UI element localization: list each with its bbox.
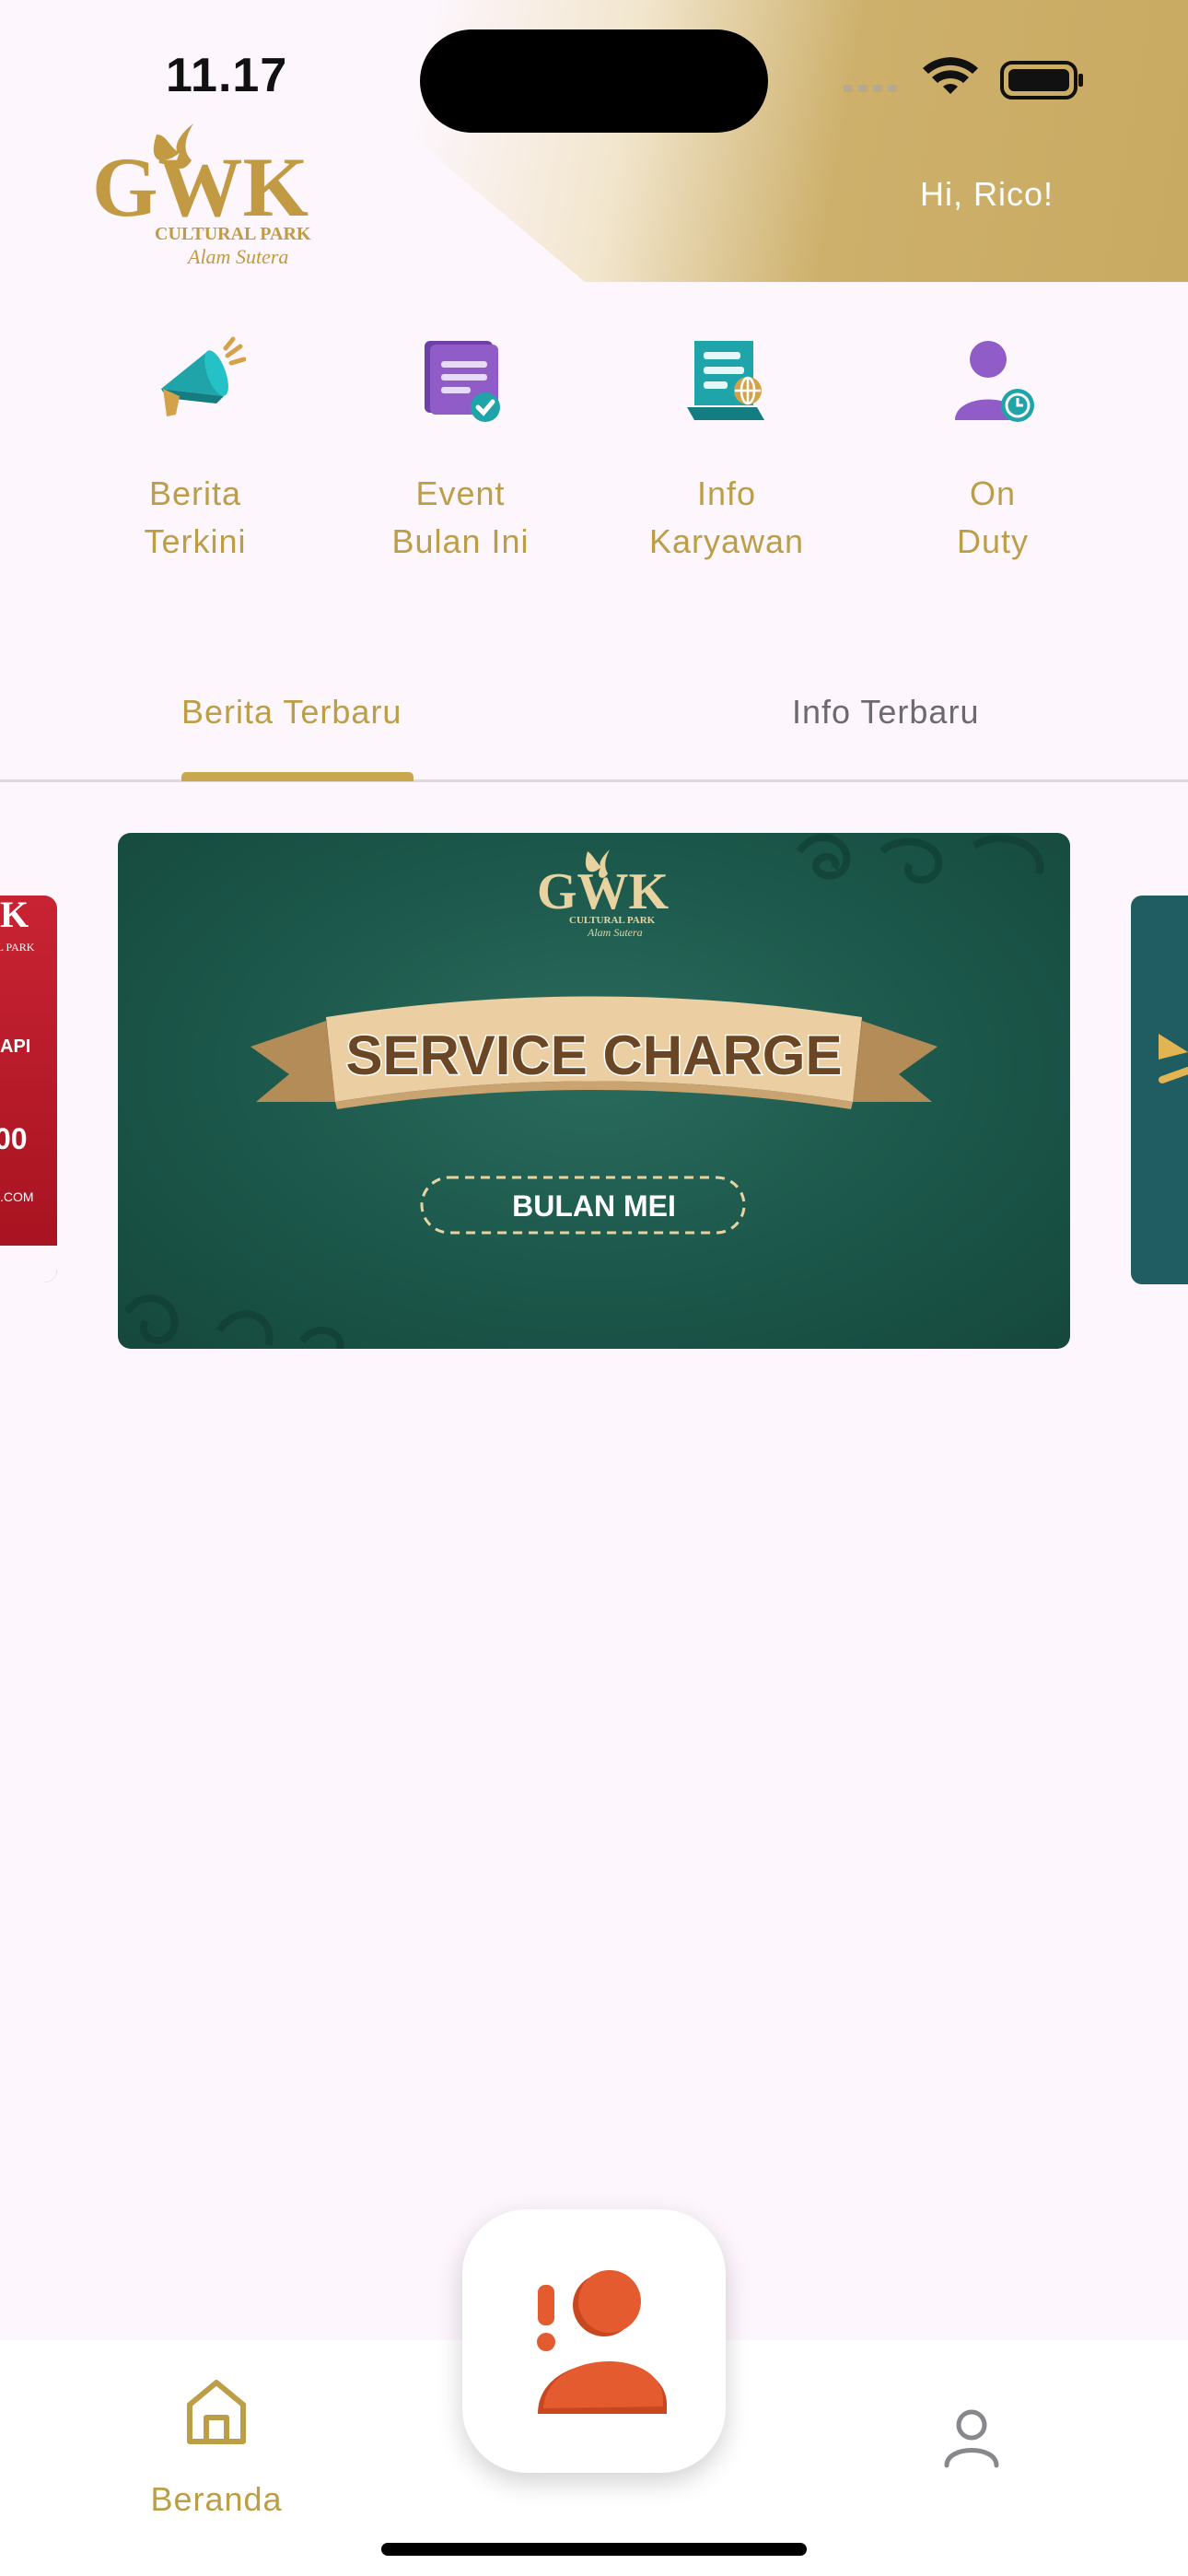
logo-line2: Alam Sutera	[186, 245, 288, 268]
active-tab-indicator	[181, 772, 413, 781]
logo-line1: CULTURAL PARK	[155, 224, 311, 244]
menu-info-karyawan[interactable]: Info Karyawan	[607, 332, 837, 580]
ornament-bottom-left	[123, 1294, 344, 1349]
news-tabs: Berita Terbaru Info Terbaru	[0, 663, 1188, 782]
app-header: 11.17 GWK CULTURAL PARK Alam Sutera Hi, …	[0, 0, 1188, 282]
nav-home-label: Beranda	[150, 2480, 283, 2518]
news-carousel[interactable]: K RAL PARK API 00 .COM GWK CULTURAL PARK…	[0, 829, 1188, 1354]
carousel-card-previous[interactable]: K RAL PARK API 00 .COM	[0, 896, 57, 1282]
user-clock-icon	[955, 341, 1034, 422]
menu-label: On Duty	[956, 474, 1030, 560]
report-fab-button[interactable]	[462, 2209, 726, 2473]
menu-label: Event Bulan Ini	[391, 474, 530, 560]
quick-menu: Berita Terkini Event Bulan Ini Info Kary…	[0, 332, 1188, 580]
wifi-icon	[923, 57, 978, 94]
svg-text:CULTURAL PARK: CULTURAL PARK	[569, 915, 656, 926]
tab-info-terbaru[interactable]: Info Terbaru	[792, 693, 979, 732]
carousel-card-next[interactable]	[1131, 896, 1188, 1284]
profile-icon[interactable]	[939, 2405, 1004, 2469]
banner-subtitle: BULAN MEI	[512, 1189, 676, 1223]
battery-icon	[1000, 61, 1083, 100]
home-icon	[187, 2380, 246, 2444]
svg-text:API: API	[0, 1036, 30, 1057]
svg-text:.COM: .COM	[0, 1189, 34, 1204]
gwk-logo: GWK CULTURAL PARK Alam Sutera	[92, 123, 311, 268]
svg-text:K: K	[0, 896, 29, 935]
svg-text:Alam Sutera: Alam Sutera	[587, 926, 643, 939]
carousel-card-service-charge[interactable]: GWK CULTURAL PARK Alam Sutera SERVICE CH…	[118, 833, 1070, 1349]
menu-on-duty[interactable]: On Duty	[873, 332, 1103, 580]
svg-text:RAL PARK: RAL PARK	[0, 941, 35, 954]
ornament-top-right	[796, 834, 1044, 884]
next-card-content	[1159, 1034, 1188, 1083]
event-card-icon	[425, 341, 500, 422]
banner-logo-text: GWK	[537, 863, 670, 920]
menu-label: Info Karyawan	[648, 474, 805, 560]
menu-label: Berita Terkini	[144, 474, 247, 560]
megaphone-icon	[161, 336, 246, 416]
menu-event-bulan-ini[interactable]: Event Bulan Ini	[341, 332, 571, 580]
home-indicator	[381, 2543, 807, 2556]
user-alert-icon	[537, 2270, 667, 2414]
previous-card-content: K RAL PARK API 00 .COM	[0, 896, 57, 1282]
tab-berita-terbaru[interactable]: Berita Terbaru	[181, 693, 402, 732]
user-greeting: Hi, Rico!	[919, 175, 1054, 213]
banner-title: SERVICE CHARGE	[345, 1025, 842, 1086]
menu-berita-terkini[interactable]: Berita Terkini	[76, 332, 306, 580]
svg-text:00: 00	[0, 1122, 28, 1155]
status-icons	[844, 57, 1083, 100]
dynamic-island	[420, 29, 768, 133]
cellular-signal-icon	[844, 85, 897, 92]
document-globe-icon	[687, 341, 764, 420]
service-charge-banner: GWK CULTURAL PARK Alam Sutera SERVICE CH…	[123, 834, 1044, 1349]
nav-home[interactable]: Beranda	[138, 2377, 295, 2518]
logo-main-text: GWK	[92, 140, 309, 234]
status-time: 11.17	[166, 49, 288, 102]
